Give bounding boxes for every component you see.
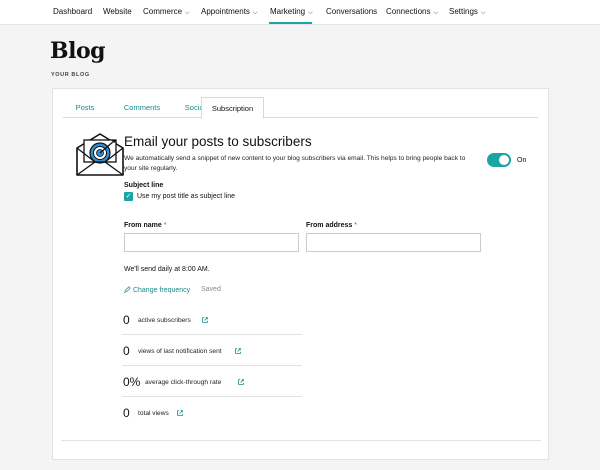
nav-appointments[interactable]: Appointments ⌵ <box>201 7 257 17</box>
pencil-icon <box>124 286 131 293</box>
page-title: Blog <box>50 38 106 64</box>
stat-label-total-views: total views <box>138 410 169 417</box>
nav-active-indicator <box>269 22 312 24</box>
nav-conversations[interactable]: Conversations <box>326 7 377 16</box>
from-name-label-text: From name <box>124 222 162 229</box>
toggle-knob <box>499 155 509 165</box>
saved-status: Saved <box>201 286 221 293</box>
chevron-down-icon: ⌵ <box>433 10 439 16</box>
external-link-icon[interactable] <box>237 378 245 386</box>
subscription-title: Email your posts to subscribers <box>124 134 312 149</box>
stat-label-click-through-rate: average click-through rate <box>145 379 222 386</box>
subscription-toggle[interactable] <box>487 153 511 167</box>
nav-commerce-label: Commerce <box>143 7 183 16</box>
chevron-down-icon: ⌵ <box>185 10 190 16</box>
from-address-label: From address * <box>306 222 357 229</box>
required-mark: * <box>354 222 358 229</box>
stat-label-views-last-notification: views of last notification sent <box>138 348 222 355</box>
chevron-down-icon: ⌵ <box>308 10 313 16</box>
stat-value-active-subscribers: 0 <box>123 313 130 327</box>
stat-divider <box>122 334 302 335</box>
top-navigation: Dashboard Website Commerce ⌵ Appointments… <box>0 0 600 25</box>
nav-dashboard[interactable]: Dashboard <box>53 7 92 16</box>
card-footer-divider <box>61 440 541 441</box>
toggle-status-label: On <box>517 157 527 164</box>
nav-dashboard-label: Dashboard <box>53 7 93 16</box>
external-link-icon[interactable] <box>201 316 209 324</box>
change-frequency-label: Change frequency <box>132 287 191 294</box>
stat-value-views-last-notification: 0 <box>123 344 130 358</box>
nav-settings[interactable]: Settings ⌵ <box>449 7 485 17</box>
from-name-input[interactable] <box>124 233 299 252</box>
stat-label-active-subscribers: active subscribers <box>138 317 191 324</box>
stat-divider <box>122 365 302 366</box>
email-target-icon <box>76 133 124 176</box>
from-address-label-text: From address <box>306 222 353 229</box>
tab-comments[interactable]: Comments <box>107 97 177 118</box>
external-link-icon[interactable] <box>176 409 184 417</box>
stat-value-total-views: 0 <box>123 406 130 420</box>
use-title-checkbox[interactable]: ✓ <box>124 192 133 201</box>
from-name-label: From name * <box>124 222 166 229</box>
external-link-icon[interactable] <box>234 347 242 355</box>
subject-line-label: Subject line <box>124 182 164 189</box>
nav-settings-label: Settings <box>449 7 478 16</box>
nav-appointments-label: Appointments <box>201 7 250 16</box>
nav-website[interactable]: Website <box>103 7 132 16</box>
chevron-down-icon: ⌵ <box>252 10 258 16</box>
tab-bar: Posts Comments Social Subscription <box>63 97 538 119</box>
tab-comments-label: Comments <box>123 103 161 112</box>
nav-conversations-label: Conversations <box>326 7 378 16</box>
checkmark-icon: ✓ <box>125 193 132 200</box>
tab-posts[interactable]: Posts <box>63 97 107 118</box>
nav-commerce[interactable]: Commerce ⌵ <box>143 7 190 17</box>
tab-subscription-label: Subscription <box>211 104 254 113</box>
nav-website-label: Website <box>103 7 132 16</box>
from-address-input[interactable] <box>306 233 481 252</box>
blog-settings-card: Posts Comments Social Subscription Email… <box>52 88 549 460</box>
tab-subscription[interactable]: Subscription <box>201 97 264 119</box>
nav-marketing[interactable]: Marketing ⌵ <box>270 7 313 17</box>
nav-connections[interactable]: Connections ⌵ <box>386 7 438 17</box>
nav-connections-label: Connections <box>386 7 431 16</box>
page-subtitle: YOUR BLOG <box>51 72 90 78</box>
nav-marketing-label: Marketing <box>270 7 306 16</box>
change-frequency-link[interactable]: Change frequency <box>124 286 190 294</box>
schedule-text: We'll send daily at 8:00 AM. <box>124 266 210 273</box>
chevron-down-icon: ⌵ <box>480 10 486 16</box>
subscription-description: We automatically send a snippet of new c… <box>124 155 466 172</box>
stat-divider <box>122 396 302 397</box>
tab-posts-label: Posts <box>75 103 95 112</box>
stat-value-click-through-rate: 0% <box>123 375 141 389</box>
use-title-label: Use my post title as subject line <box>137 193 236 200</box>
required-mark: * <box>163 222 167 229</box>
